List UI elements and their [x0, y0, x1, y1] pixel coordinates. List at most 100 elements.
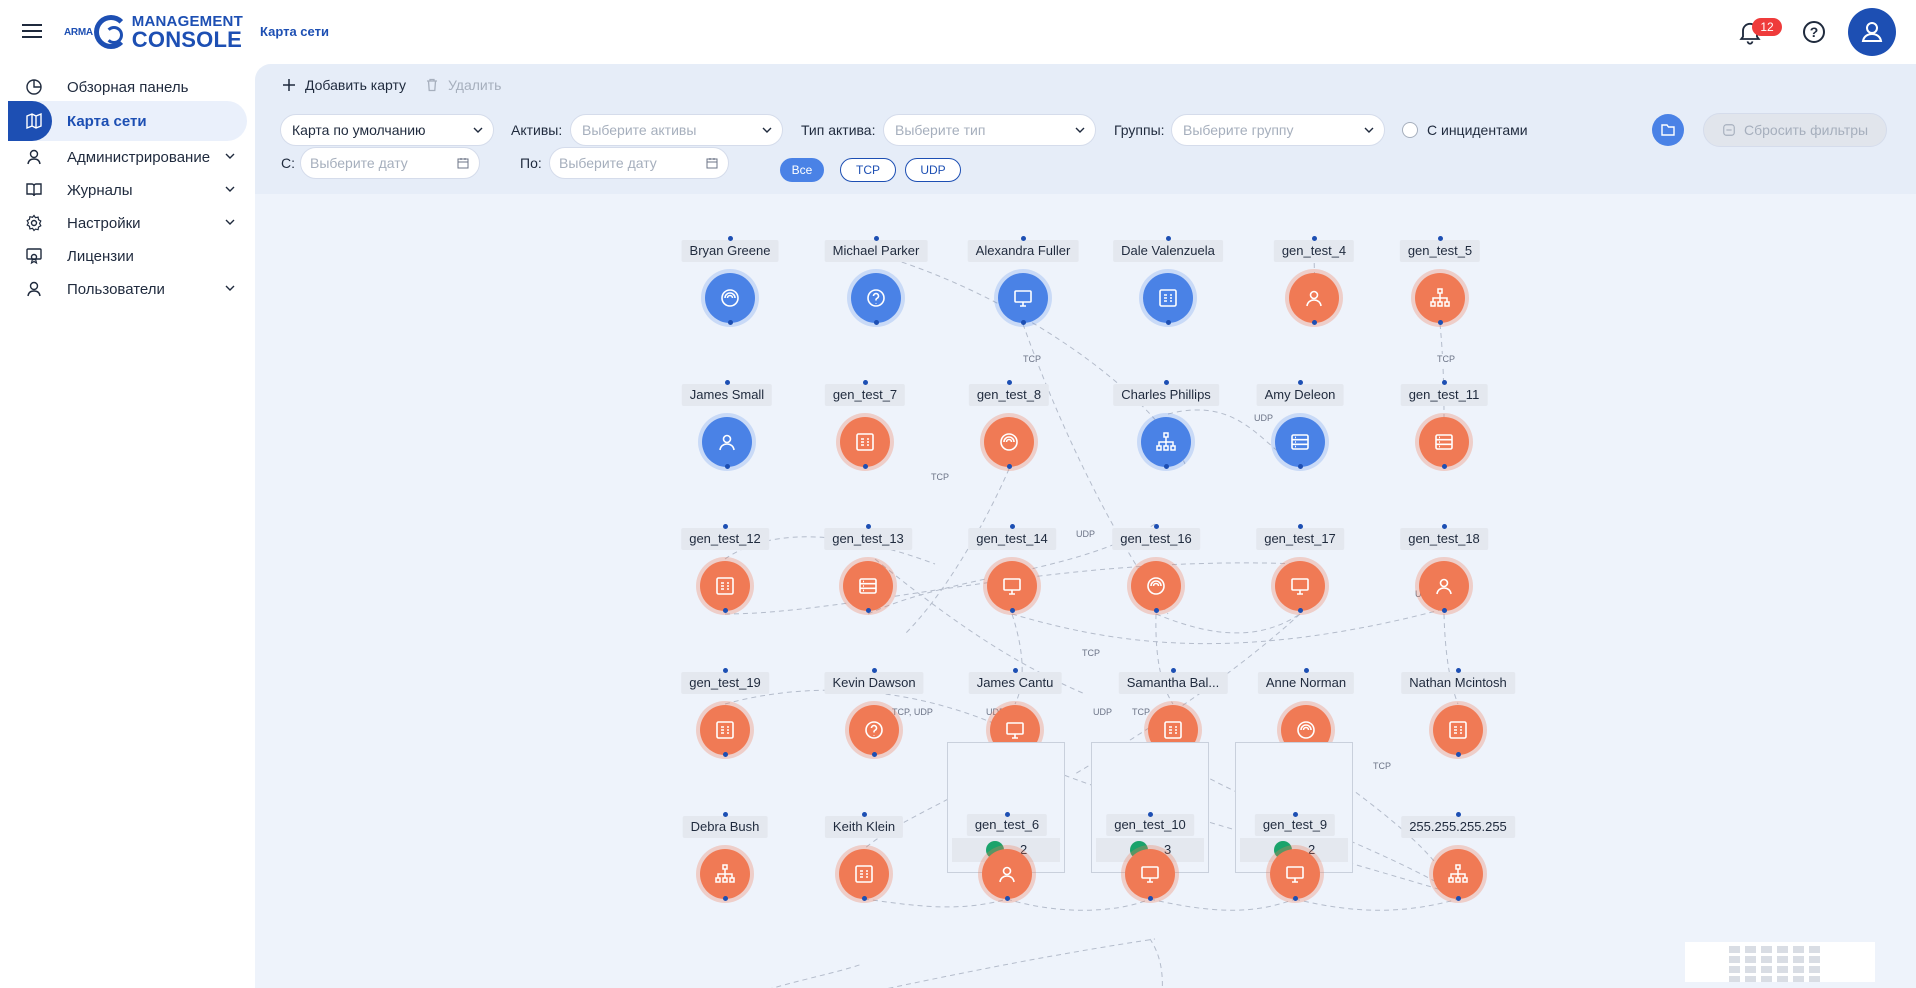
node-label[interactable]: gen_test_14 — [968, 528, 1056, 550]
network-edge[interactable] — [1149, 898, 1296, 911]
groups-select[interactable]: Выберите группу — [1171, 114, 1385, 146]
network-edge[interactable] — [1294, 898, 1459, 911]
network-node[interactable] — [702, 417, 752, 467]
node-label[interactable]: gen_test_8 — [968, 384, 1050, 406]
network-node[interactable] — [700, 705, 750, 755]
network-node[interactable] — [984, 417, 1034, 467]
map-select[interactable]: Карта по умолчанию — [280, 114, 494, 146]
reset-filters-button[interactable]: Сбросить фильтры — [1703, 113, 1888, 147]
network-node[interactable] — [998, 273, 1048, 323]
assets-select[interactable]: Выберите активы — [570, 114, 783, 146]
calendar-icon[interactable] — [457, 157, 469, 169]
user-profile-button[interactable] — [1848, 8, 1896, 56]
node-label[interactable]: gen_test_7 — [824, 384, 906, 406]
node-label[interactable]: Charles Phillips — [1113, 384, 1219, 406]
chevron-down-icon[interactable] — [223, 149, 237, 163]
add-map-button[interactable]: Добавить карту — [281, 77, 406, 93]
node-label[interactable]: gen_test_9 — [1254, 814, 1336, 836]
asset-type-select[interactable]: Выберите тип — [883, 114, 1096, 146]
edge-protocol-label: TCP — [1372, 761, 1392, 772]
node-label[interactable]: gen_test_18 — [1400, 528, 1488, 550]
network-node[interactable] — [982, 849, 1032, 899]
node-label[interactable]: gen_test_16 — [1112, 528, 1200, 550]
node-label[interactable]: gen_test_5 — [1399, 240, 1481, 262]
chevron-down-icon[interactable] — [223, 281, 237, 295]
network-node[interactable] — [700, 561, 750, 611]
logo[interactable]: ARMA MANAGEMENT CONSOLE — [64, 12, 243, 52]
help-icon[interactable]: ? — [1803, 21, 1825, 43]
network-edge[interactable] — [1155, 613, 1301, 634]
notification-badge[interactable]: 12 — [1752, 18, 1782, 36]
node-label[interactable]: gen_test_10 — [1106, 814, 1194, 836]
node-label[interactable]: gen_test_12 — [681, 528, 769, 550]
network-node[interactable] — [1419, 417, 1469, 467]
network-node[interactable] — [839, 849, 889, 899]
network-node[interactable] — [705, 273, 755, 323]
node-label[interactable]: Anne Norman — [1257, 672, 1355, 694]
minimap[interactable] — [1685, 942, 1875, 982]
node-label[interactable]: Nathan Mcintosh — [1401, 672, 1515, 694]
network-edge[interactable] — [725, 963, 863, 988]
network-node[interactable] — [700, 849, 750, 899]
network-node[interactable] — [851, 273, 901, 323]
node-label[interactable]: Keith Klein — [824, 816, 904, 838]
delete-map-button[interactable]: Удалить — [424, 77, 501, 93]
node-label[interactable]: 255.255.255.255 — [1401, 816, 1515, 838]
network-edge[interactable] — [904, 468, 1010, 635]
node-label[interactable]: Debra Bush — [682, 816, 768, 838]
network-edge[interactable] — [863, 898, 1008, 908]
node-label[interactable]: Amy Deleon — [1256, 384, 1344, 406]
node-label[interactable]: Dale Valenzuela — [1113, 240, 1223, 262]
network-node[interactable] — [1270, 849, 1320, 899]
network-edge[interactable] — [1006, 898, 1151, 911]
network-edge[interactable] — [1011, 608, 1445, 645]
network-map[interactable]: TCPTCPUDPTCPUDPUDPUDPTCPUDPTCPTCPTCP, UD… — [255, 194, 1916, 988]
node-label[interactable]: gen_test_11 — [1400, 384, 1488, 406]
incidents-checkbox[interactable]: С инцидентами — [1402, 122, 1528, 138]
network-node[interactable] — [1143, 273, 1193, 323]
network-node[interactable] — [1433, 705, 1483, 755]
network-node[interactable] — [1131, 561, 1181, 611]
node-label[interactable]: gen_test_19 — [681, 672, 769, 694]
sidebar-item-2[interactable]: Карта сети — [8, 101, 247, 141]
node-label[interactable]: Bryan Greene — [681, 240, 779, 262]
network-node[interactable] — [987, 561, 1037, 611]
network-edge[interactable] — [862, 938, 1156, 988]
user-icon — [27, 281, 41, 297]
chevron-down-icon[interactable] — [223, 215, 237, 229]
protocol-filter-tcp[interactable]: TCP — [840, 158, 896, 182]
node-label[interactable]: James Cantu — [968, 672, 1062, 694]
date-from-input[interactable]: Выберите дату — [300, 147, 480, 179]
network-node[interactable] — [1415, 273, 1465, 323]
network-node[interactable] — [1419, 561, 1469, 611]
network-edge[interactable] — [1149, 938, 1163, 988]
network-node[interactable] — [1275, 417, 1325, 467]
node-label[interactable]: Samantha Bal... — [1118, 672, 1228, 694]
node-label[interactable]: gen_test_17 — [1256, 528, 1344, 550]
node-label[interactable]: gen_test_6 — [966, 814, 1048, 836]
network-node[interactable] — [843, 561, 893, 611]
network-node[interactable] — [1125, 849, 1175, 899]
chevron-down-icon[interactable] — [223, 182, 237, 196]
node-anchor-top — [1304, 668, 1309, 673]
network-node[interactable] — [1141, 417, 1191, 467]
node-label[interactable]: Kevin Dawson — [824, 672, 924, 694]
node-label[interactable]: Michael Parker — [824, 240, 928, 262]
sidebar-item-7[interactable]: Пользователи — [8, 269, 247, 309]
menu-icon[interactable] — [20, 20, 44, 44]
checkbox-box[interactable] — [1402, 122, 1418, 138]
date-to-input[interactable]: Выберите дату — [549, 147, 729, 179]
network-node[interactable] — [849, 705, 899, 755]
calendar-icon[interactable] — [706, 157, 718, 169]
node-label[interactable]: Alexandra Fuller — [967, 240, 1079, 262]
node-label[interactable]: James Small — [681, 384, 773, 406]
node-label[interactable]: gen_test_13 — [824, 528, 912, 550]
network-node[interactable] — [1275, 561, 1325, 611]
network-node[interactable] — [1289, 273, 1339, 323]
network-node[interactable] — [840, 417, 890, 467]
protocol-filter-udp[interactable]: UDP — [905, 158, 961, 182]
protocol-filter-all[interactable]: Все — [780, 158, 824, 182]
folder-button[interactable] — [1652, 114, 1684, 146]
network-node[interactable] — [1433, 849, 1483, 899]
node-label[interactable]: gen_test_4 — [1273, 240, 1355, 262]
